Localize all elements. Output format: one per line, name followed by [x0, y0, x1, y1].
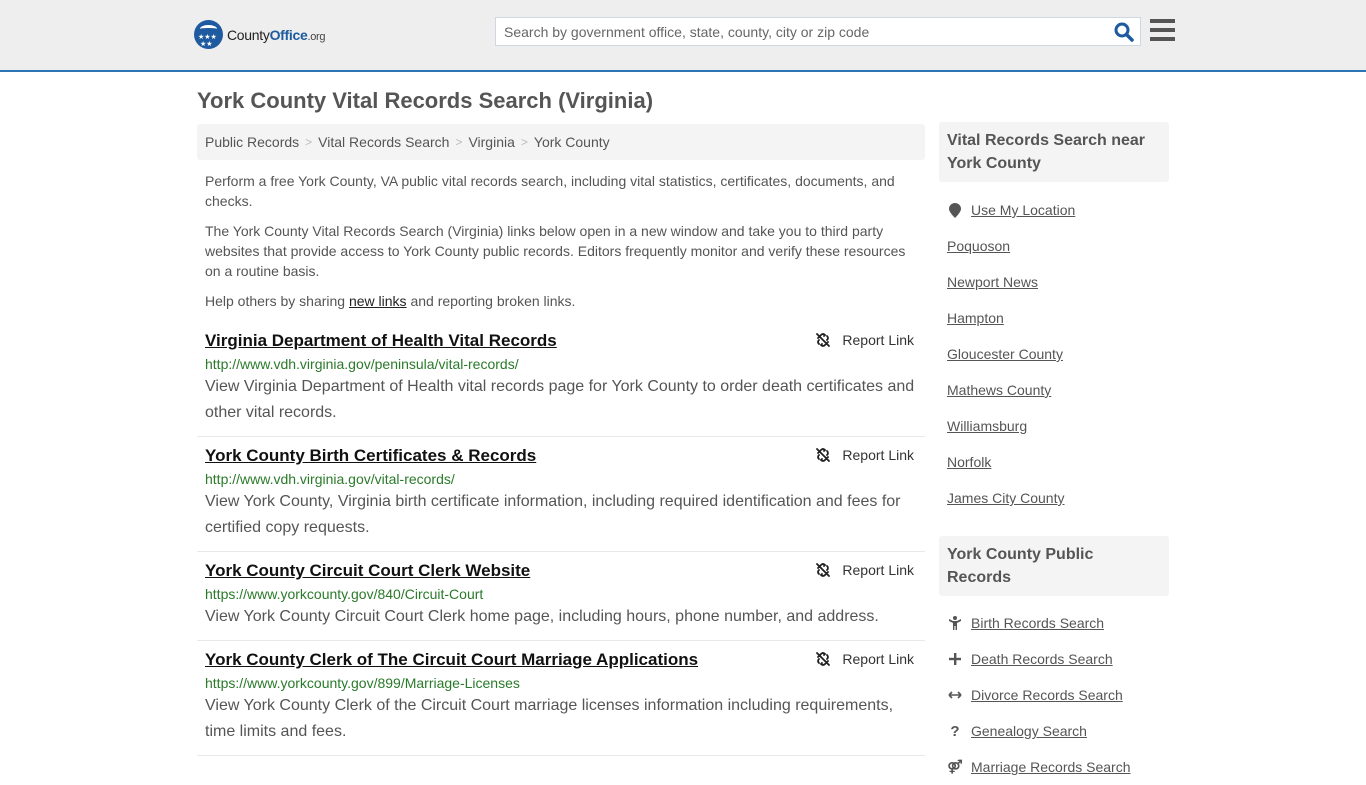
result-url[interactable]: http://www.vdh.virginia.gov/vital-record… — [205, 469, 917, 489]
nearby-link-newport-news[interactable]: Newport News — [947, 274, 1038, 290]
search-input[interactable] — [496, 23, 1096, 40]
nearby-item: Poquoson — [947, 228, 1161, 264]
sidebar-nearby: Vital Records Search near York County Us… — [939, 122, 1169, 516]
breadcrumb-separator: > — [455, 135, 463, 149]
nearby-link-gloucester-county[interactable]: Gloucester County — [947, 346, 1063, 362]
result-description: View York County Clerk of the Circuit Co… — [205, 697, 894, 740]
nearby-item: James City County — [947, 480, 1161, 516]
nearby-link-mathews-county[interactable]: Mathews County — [947, 382, 1051, 398]
breadcrumb-separator: > — [305, 135, 313, 149]
intro-text: Perform a free York County, VA public vi… — [205, 171, 920, 321]
result-url[interactable]: https://www.yorkcounty.gov/899/Marriage-… — [205, 673, 917, 693]
nearby-link-norfolk[interactable]: Norfolk — [947, 454, 991, 470]
intro-paragraph-2: The York County Vital Records Search (Vi… — [205, 223, 906, 279]
report-link-button[interactable]: Report Link — [815, 562, 914, 578]
nearby-item: Newport News — [947, 264, 1161, 300]
map-marker-icon — [947, 202, 963, 218]
public-records-item: ⚤ Marriage Records Search — [947, 749, 1161, 785]
new-links-link[interactable]: new links — [349, 293, 407, 309]
broken-link-icon — [816, 448, 831, 462]
public-records-item: Death Records Search — [947, 641, 1161, 677]
question-icon: ? — [950, 722, 960, 740]
marriage-records-search-link[interactable]: Marriage Records Search — [971, 759, 1131, 775]
hamburger-menu-button[interactable] — [1150, 19, 1175, 41]
nearby-link-hampton[interactable]: Hampton — [947, 310, 1004, 326]
breadcrumb-separator: > — [520, 135, 528, 149]
site-logo[interactable]: ★★★ ★★ CountyOffice.org — [194, 20, 326, 49]
result-url[interactable]: http://www.vdh.virginia.gov/peninsula/vi… — [205, 354, 917, 374]
result-url[interactable]: https://www.yorkcounty.gov/840/Circuit-C… — [205, 584, 917, 604]
breadcrumb-public-records[interactable]: Public Records — [205, 134, 299, 150]
nearby-item: Norfolk — [947, 444, 1161, 480]
plus-icon — [947, 653, 963, 665]
result-title-link[interactable]: York County Birth Certificates & Records — [205, 445, 536, 467]
result-item: York County Clerk of The Circuit Court M… — [197, 641, 925, 756]
logo-text: CountyOffice.org — [227, 26, 326, 43]
nearby-link-james-city-county[interactable]: James City County — [947, 490, 1064, 506]
results-list: Virginia Department of Health Vital Reco… — [197, 322, 925, 756]
broken-link-icon — [816, 652, 831, 666]
child-icon — [947, 616, 963, 630]
sidebar-heading: Vital Records Search near York County — [939, 122, 1169, 182]
birth-records-search-link[interactable]: Birth Records Search — [971, 615, 1104, 631]
nearby-item: Gloucester County — [947, 336, 1161, 372]
broken-link-icon — [816, 563, 831, 577]
nearby-item: Mathews County — [947, 372, 1161, 408]
result-item: Virginia Department of Health Vital Reco… — [197, 322, 925, 437]
result-item: York County Circuit Court Clerk Website … — [197, 552, 925, 641]
breadcrumb-virginia[interactable]: Virginia — [468, 134, 514, 150]
nearby-item: Hampton — [947, 300, 1161, 336]
breadcrumb: Public Records > Vital Records Search > … — [197, 124, 925, 160]
result-description: View York County, Virginia birth certifi… — [205, 493, 901, 536]
genealogy-search-link[interactable]: Genealogy Search — [971, 723, 1087, 739]
use-my-location-link[interactable]: Use My Location — [971, 202, 1075, 218]
nearby-link-williamsburg[interactable]: Williamsburg — [947, 418, 1027, 434]
public-records-item: Divorce Records Search — [947, 677, 1161, 713]
arrows-horizontal-icon — [947, 690, 963, 700]
breadcrumb-york-county[interactable]: York County — [534, 134, 610, 150]
report-link-button[interactable]: Report Link — [815, 651, 914, 667]
result-item: York County Birth Certificates & Records… — [197, 437, 925, 552]
death-records-search-link[interactable]: Death Records Search — [971, 651, 1113, 667]
result-description: View Virginia Department of Health vital… — [205, 378, 915, 421]
divorce-records-search-link[interactable]: Divorce Records Search — [971, 687, 1123, 703]
report-link-button[interactable]: Report Link — [815, 447, 914, 463]
logo-eagle-icon: ★★★ ★★ — [194, 20, 223, 49]
intro-paragraph-1: Perform a free York County, VA public vi… — [205, 173, 895, 209]
page-title: York County Vital Records Search (Virgin… — [197, 88, 654, 113]
site-header: ★★★ ★★ CountyOffice.org — [0, 0, 1366, 72]
search-bar — [495, 17, 1141, 46]
marriage-icon: ⚤ — [947, 759, 963, 774]
sidebar-public-records: York County Public Records Birth Records… — [939, 536, 1169, 785]
result-description: View York County Circuit Court Clerk hom… — [205, 608, 879, 625]
result-title-link[interactable]: York County Clerk of The Circuit Court M… — [205, 649, 698, 671]
public-records-item: ? Genealogy Search — [947, 713, 1161, 749]
report-link-button[interactable]: Report Link — [815, 332, 914, 348]
search-icon — [1114, 22, 1134, 42]
sidebar-heading: York County Public Records — [939, 536, 1169, 596]
public-records-item: Birth Records Search — [947, 605, 1161, 641]
menu-icon-bar — [1150, 37, 1175, 41]
breadcrumb-vital-records-search[interactable]: Vital Records Search — [318, 134, 449, 150]
intro-paragraph-3: Help others by sharing new links and rep… — [205, 293, 576, 309]
menu-icon-bar — [1150, 19, 1175, 23]
search-button[interactable] — [1114, 22, 1134, 42]
nearby-link-poquoson[interactable]: Poquoson — [947, 238, 1010, 254]
result-title-link[interactable]: Virginia Department of Health Vital Reco… — [205, 330, 557, 352]
nearby-item: Williamsburg — [947, 408, 1161, 444]
result-title-link[interactable]: York County Circuit Court Clerk Website — [205, 560, 530, 582]
use-location-item: Use My Location — [947, 192, 1161, 228]
broken-link-icon — [816, 333, 831, 347]
menu-icon-bar — [1150, 28, 1175, 32]
